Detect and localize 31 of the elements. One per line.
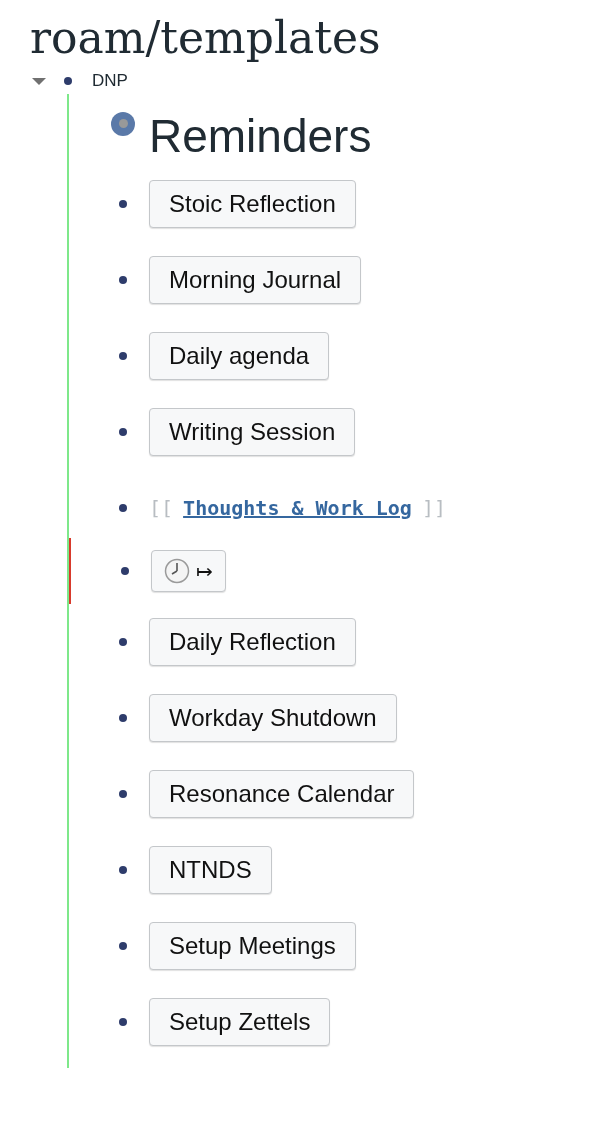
page-title: roam/templates — [30, 11, 382, 65]
template-button[interactable]: Resonance Calendar — [149, 769, 415, 818]
page-link[interactable]: Thoughts & Work Log — [183, 495, 412, 520]
bullet-icon[interactable] — [119, 941, 127, 950]
bullet-icon[interactable] — [119, 427, 127, 436]
clock-icon — [164, 557, 190, 584]
template-button[interactable]: Setup Zettels — [149, 997, 331, 1046]
bullet-icon[interactable] — [119, 503, 127, 512]
block-text: DNP — [92, 70, 128, 92]
bullet-icon[interactable] — [119, 713, 127, 722]
bullet-icon[interactable] — [119, 865, 127, 874]
clock-button[interactable]: ↦ — [151, 549, 226, 592]
bullet-icon[interactable] — [119, 1017, 127, 1026]
bullet-icon[interactable] — [121, 566, 129, 575]
template-button[interactable]: Writing Session — [149, 407, 356, 456]
heading-text: Reminders — [149, 108, 372, 164]
template-button[interactable]: Stoic Reflection — [149, 179, 356, 228]
bullet-icon[interactable] — [64, 76, 72, 85]
template-button[interactable]: Daily Reflection — [149, 617, 356, 666]
template-button[interactable]: NTNDS — [149, 845, 272, 894]
template-button[interactable]: Workday Shutdown — [149, 693, 397, 742]
bullet-icon[interactable] — [119, 199, 127, 208]
template-button[interactable]: Morning Journal — [149, 255, 362, 304]
template-button[interactable]: Daily agenda — [149, 331, 330, 380]
bullet-icon[interactable] — [119, 275, 127, 284]
bullet-icon[interactable] — [119, 351, 127, 360]
bullet-icon[interactable] — [119, 789, 127, 798]
bullet-icon[interactable] — [119, 637, 127, 646]
bracket-text: ]] — [421, 495, 446, 520]
template-button[interactable]: Setup Meetings — [149, 921, 356, 970]
bracket-text: [[ — [149, 495, 174, 520]
